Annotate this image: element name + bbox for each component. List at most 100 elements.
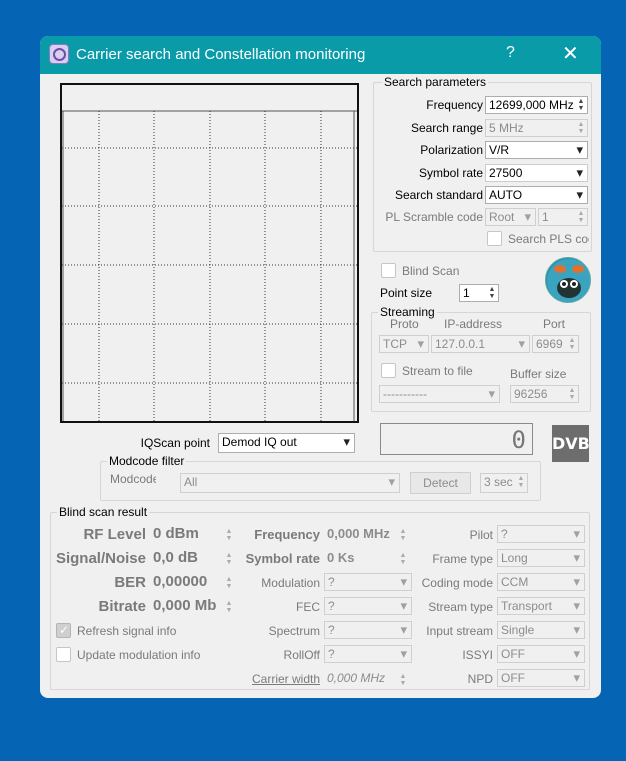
result-labels-clip: RF Level Signal/Noise BER Bitrate: [50, 522, 146, 626]
refresh-signal-checkbox[interactable]: [56, 623, 71, 638]
result-symbol-rate-value: 0 Ks: [327, 550, 355, 565]
stream-to-file-checkbox[interactable]: [381, 363, 396, 378]
point-size-spinner[interactable]: ▲ ▼: [487, 286, 497, 300]
ip-address-label: IP-address: [444, 317, 503, 331]
constellation-plot: [60, 83, 359, 423]
help-button[interactable]: ?: [506, 44, 515, 62]
iqscan-label: IQScan point: [140, 436, 210, 450]
blind-scan-checkbox[interactable]: [381, 263, 396, 278]
fec-value: ?: [328, 599, 335, 613]
bitrate-label: Bitrate: [98, 598, 146, 615]
buffer-size-input[interactable]: 96256 ▲ ▼: [510, 385, 579, 403]
bitrate-field: 0,000 Mb: [150, 596, 226, 616]
result-symbol-rate-label: Symbol rate: [245, 551, 320, 566]
frame-type-select[interactable]: Long: [497, 549, 585, 567]
carrier-width-value: 0,000 MHz: [327, 671, 386, 685]
update-modulation-checkbox[interactable]: [56, 647, 71, 662]
modcode-select[interactable]: All: [180, 473, 400, 493]
frame-type-value: Long: [501, 551, 528, 565]
blind-scan-result-title: Blind scan result: [57, 505, 150, 519]
search-standard-select[interactable]: AUTO: [485, 186, 588, 204]
rf-level-value: 0 dBm: [153, 525, 199, 542]
signal-noise-value: 0,0 dB: [153, 549, 199, 566]
blind-scan-label: Blind Scan: [402, 264, 460, 278]
lcd-value: 0: [511, 426, 526, 454]
coding-mode-label: Coding mode: [421, 576, 493, 590]
dvb-logo: DVB: [552, 425, 590, 462]
search-standard-value: AUTO: [489, 188, 523, 202]
point-size-value: 1: [463, 286, 470, 300]
ip-address-value: 127.0.0.1: [435, 337, 486, 351]
modcode-filter-title: Modcode filter: [107, 454, 187, 468]
stream-file-value: -----------: [383, 387, 427, 401]
buffer-size-spinner[interactable]: ▲ ▼: [567, 387, 577, 401]
stream-file-select[interactable]: -----------: [379, 385, 500, 403]
port-value: 6969: [536, 337, 563, 351]
pl-scramble-spinner[interactable]: ▲ ▼: [576, 210, 586, 224]
pilot-value: ?: [501, 527, 508, 541]
frequency-input[interactable]: 12699,000 MHz ▲ ▼: [485, 96, 588, 114]
frequency-spinner[interactable]: ▲ ▼: [576, 98, 586, 112]
port-input[interactable]: 6969 ▲ ▼: [532, 335, 579, 353]
port-spinner[interactable]: ▲ ▼: [567, 337, 577, 351]
detect-button[interactable]: Detect: [410, 472, 471, 494]
stream-type-label: Stream type: [428, 600, 493, 614]
pl-scramble-mode-value: Root: [489, 210, 515, 224]
rolloff-value: ?: [328, 647, 335, 661]
detect-seconds-value: 3 sec: [484, 475, 513, 489]
fec-select[interactable]: ?: [324, 597, 412, 615]
proto-select[interactable]: TCP: [379, 335, 429, 353]
search-pls-checkbox[interactable]: [487, 231, 502, 246]
spectrum-select[interactable]: ?: [324, 621, 412, 639]
coding-mode-value: CCM: [501, 575, 529, 589]
buffer-size-value: 96256: [514, 387, 548, 401]
rolloff-label: RollOff: [283, 648, 320, 662]
fec-label: FEC: [296, 600, 320, 614]
carrier-width-spinner[interactable]: ▲ ▼: [398, 673, 408, 687]
pl-scramble-label: PL Scramble code: [385, 210, 483, 224]
modulation-label: Modulation: [261, 576, 320, 590]
carrier-width-label[interactable]: Carrier width: [230, 672, 320, 686]
signal-noise-label: Signal/Noise: [55, 550, 146, 567]
issyi-label: ISSYI: [462, 648, 493, 662]
iqscan-select[interactable]: Demod IQ out: [218, 433, 355, 453]
pl-scramble-code-input[interactable]: 1 ▲ ▼: [538, 208, 588, 226]
result-frequency-value: 0,000 MHz: [327, 526, 390, 541]
search-standard-label: Search standard: [394, 188, 483, 202]
close-button[interactable]: ✕: [562, 41, 579, 66]
pilot-select[interactable]: ?: [497, 525, 585, 543]
rolloff-select[interactable]: ?: [324, 645, 412, 663]
pl-scramble-code-value: 1: [542, 210, 549, 224]
rf-level-label: RF Level: [83, 526, 146, 543]
pl-scramble-mode-select[interactable]: Root: [485, 208, 536, 226]
modulation-select[interactable]: ?: [324, 573, 412, 591]
search-pls-label: Search PLS code: [508, 232, 589, 246]
ip-address-select[interactable]: 127.0.0.1: [431, 335, 530, 353]
issyi-select[interactable]: OFF: [497, 645, 585, 663]
npd-select[interactable]: OFF: [497, 669, 585, 687]
result-symbol-rate-spinner[interactable]: ▲ ▼: [398, 552, 408, 566]
proto-value: TCP: [383, 337, 407, 351]
frequency-label: Frequency: [426, 98, 483, 112]
coding-mode-select[interactable]: CCM: [497, 573, 585, 591]
symbol-rate-label: Symbol rate: [418, 166, 483, 180]
npd-value: OFF: [501, 671, 525, 685]
symbol-rate-select[interactable]: 27500: [485, 164, 588, 182]
search-range-spinner[interactable]: ▲ ▼: [576, 121, 586, 135]
detect-seconds-spinner[interactable]: ▲ ▼: [516, 475, 526, 489]
constellation-grid: [62, 110, 357, 421]
stream-type-select[interactable]: Transport: [497, 597, 585, 615]
result-frequency-label: Frequency: [254, 527, 320, 542]
point-size-input[interactable]: 1 ▲ ▼: [459, 284, 499, 302]
search-range-input[interactable]: 5 MHz ▲ ▼: [485, 119, 588, 137]
point-size-label: Point size: [380, 286, 433, 300]
detect-seconds-input[interactable]: 3 sec ▲ ▼: [480, 473, 528, 493]
polarization-select[interactable]: V/R: [485, 141, 588, 159]
search-range-value: 5 MHz: [489, 121, 524, 135]
search-range-label: Search range: [410, 121, 483, 135]
result-frequency-spinner[interactable]: ▲ ▼: [398, 528, 408, 542]
title-bar: Carrier search and Constellation monitor…: [40, 36, 601, 74]
input-stream-select[interactable]: Single: [497, 621, 585, 639]
search-parameters-title: Search parameters: [382, 75, 489, 89]
proto-label: Proto: [390, 317, 419, 331]
